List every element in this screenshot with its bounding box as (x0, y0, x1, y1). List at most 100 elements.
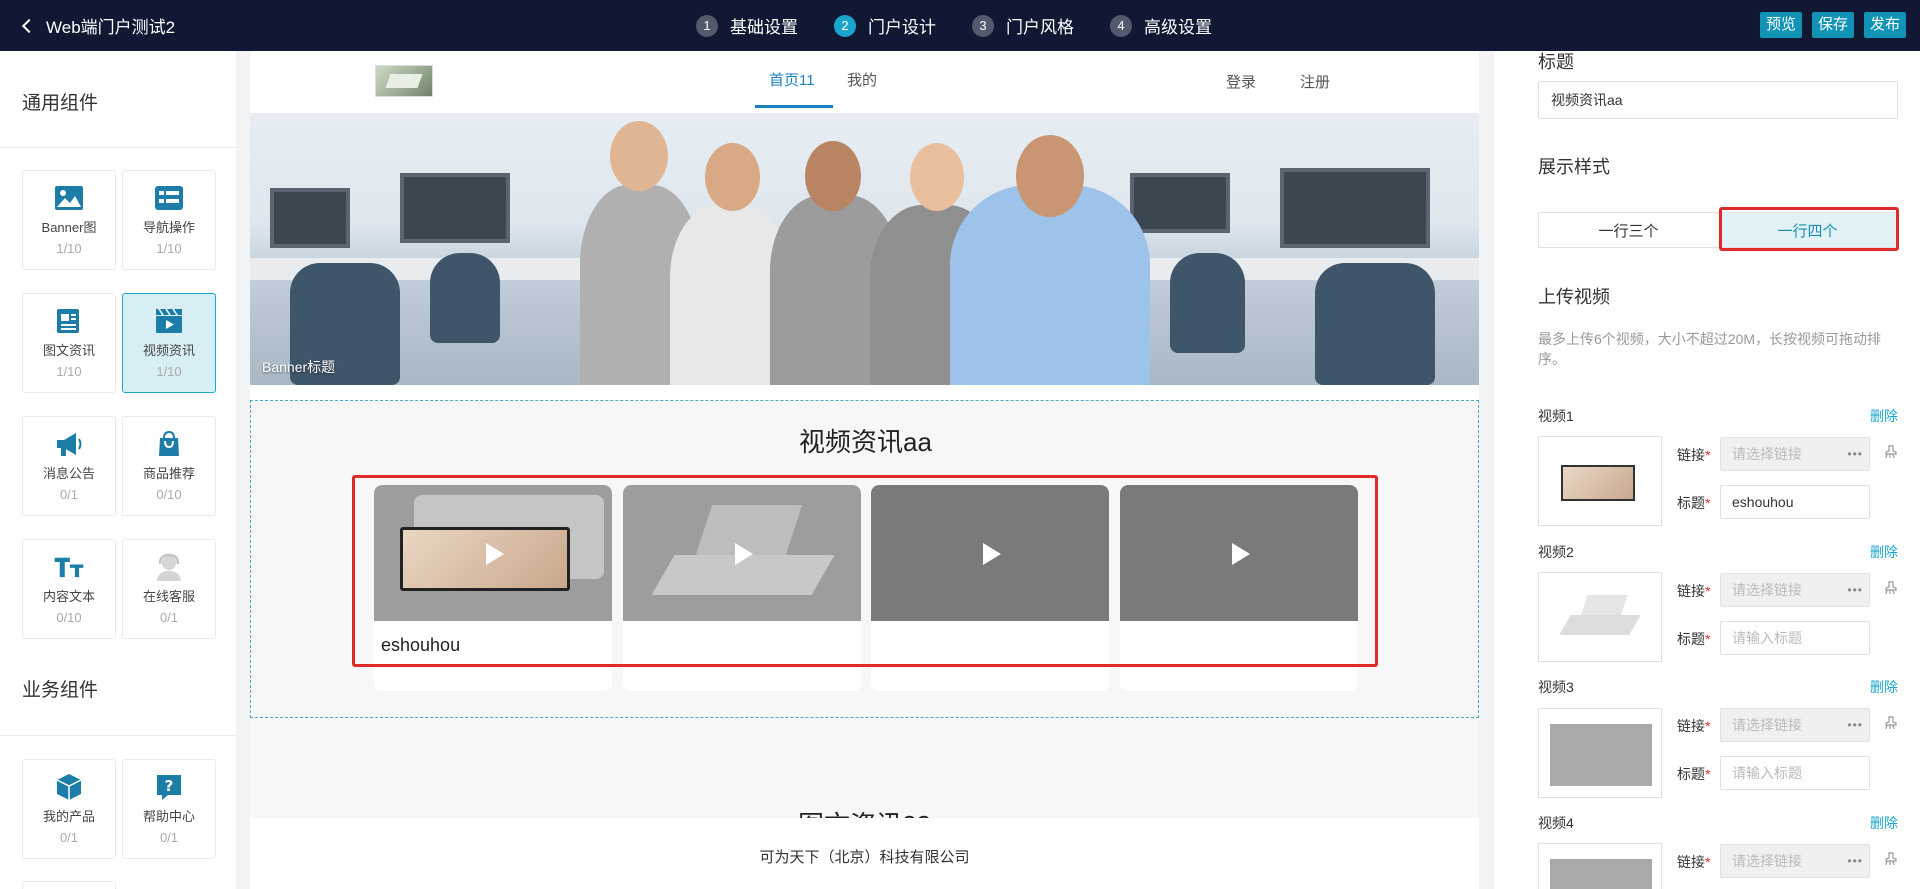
video-card-3[interactable] (871, 485, 1109, 691)
video-3-label: 视频3 (1538, 679, 1574, 695)
step-advanced-settings[interactable]: 4 高级设置 (1110, 13, 1212, 38)
nav-tab-mine[interactable]: 我的 (847, 69, 877, 90)
video-card-4[interactable] (1120, 485, 1358, 691)
title-field-label: 标题* (1677, 629, 1710, 649)
clear-icon[interactable] (1884, 445, 1898, 459)
video-1-title-input[interactable]: eshouhou (1720, 485, 1870, 519)
component-banner[interactable]: Banner图 1/10 (22, 170, 116, 270)
delete-video-4[interactable]: 删除 (1870, 813, 1898, 833)
delete-video-3[interactable]: 删除 (1870, 677, 1898, 697)
video-3-link-select[interactable]: 请选择链接 ••• (1720, 708, 1870, 742)
svg-text:?: ? (165, 777, 174, 795)
component-product-recommend[interactable]: 商品推荐 0/10 (122, 416, 216, 516)
play-icon (983, 543, 1001, 565)
component-name: 帮助中心 (142, 809, 195, 824)
register-link[interactable]: 注册 (1300, 71, 1330, 92)
step-basic-settings[interactable]: 1 基础设置 (696, 13, 798, 38)
nav-grid-icon (153, 183, 185, 213)
component-count: 0/1 (59, 487, 79, 502)
banner-image[interactable]: Banner标题 (250, 113, 1479, 385)
link-placeholder: 请选择链接 (1732, 446, 1802, 462)
more-icon: ••• (1847, 447, 1863, 461)
megaphone-icon (53, 429, 85, 459)
video-1-link-select[interactable]: 请选择链接 ••• (1720, 437, 1870, 471)
footer-company: 可为天下（北京）科技有限公司 (759, 849, 970, 866)
preview-button[interactable]: 预览 (1759, 12, 1802, 38)
banner-scene (805, 141, 861, 211)
component-my-products[interactable]: 我的产品 0/1 (22, 759, 116, 859)
video-2-link-select[interactable]: 请选择链接 ••• (1720, 573, 1870, 607)
title-input[interactable]: 视频资讯aa (1538, 81, 1898, 119)
video-news-section[interactable]: 视频资讯aa eshouhou (250, 400, 1479, 718)
portal-nav-bar[interactable]: 首页11 我的 登录 注册 (250, 51, 1479, 113)
component-more[interactable] (22, 881, 116, 889)
delete-video-1[interactable]: 删除 (1870, 406, 1898, 426)
title-field-label: 标题* (1677, 493, 1710, 513)
video-card-2[interactable] (623, 485, 861, 691)
video-card-1[interactable]: eshouhou (374, 485, 612, 691)
video-2-label: 视频2 (1538, 544, 1574, 560)
clear-icon[interactable] (1884, 716, 1898, 730)
link-label-text: 链接 (1677, 854, 1705, 870)
step-label: 基础设置 (730, 18, 798, 37)
video-3-title-input[interactable]: 请输入标题 (1720, 756, 1870, 790)
video-thumbnail (871, 485, 1109, 621)
publish-button[interactable]: 发布 (1863, 12, 1906, 38)
login-link[interactable]: 登录 (1226, 71, 1256, 92)
video-3-thumbnail[interactable] (1538, 708, 1662, 798)
save-button[interactable]: 保存 (1811, 12, 1854, 38)
delete-video-2[interactable]: 删除 (1870, 542, 1898, 562)
component-navigation[interactable]: 导航操作 1/10 (122, 170, 216, 270)
component-name: 图文资讯 (42, 343, 95, 358)
video-1-thumbnail[interactable] (1538, 436, 1662, 526)
required-mark: * (1705, 854, 1711, 870)
video-section-title: 视频资讯aa (799, 427, 932, 457)
video-4-thumbnail[interactable] (1538, 843, 1662, 889)
video-thumbnail (623, 485, 861, 621)
required-mark: * (1705, 631, 1711, 647)
component-announcement[interactable]: 消息公告 0/1 (22, 416, 116, 516)
divider (0, 147, 236, 148)
more-icon: ••• (1847, 583, 1863, 597)
component-sidebar: 通用组件 Banner图 1/10 导航操作 1/10 图文资讯 1/10 视频… (0, 51, 236, 889)
style-four-per-row[interactable]: 一行四个 (1718, 213, 1897, 247)
required-mark: * (1705, 583, 1711, 599)
step-label: 门户设计 (868, 18, 936, 37)
video-thumbnail (1120, 485, 1358, 621)
clear-icon[interactable] (1884, 581, 1898, 595)
banner-scene (270, 188, 350, 248)
thumbnail-product (1559, 615, 1641, 635)
component-article[interactable]: 图文资讯 1/10 (22, 293, 116, 393)
thumbnail-placeholder (1550, 859, 1652, 889)
title-label-text: 标题 (1677, 766, 1705, 782)
video-icon (153, 306, 185, 336)
clear-icon[interactable] (1884, 852, 1898, 866)
component-help-center[interactable]: ? 帮助中心 0/1 (122, 759, 216, 859)
component-online-service[interactable]: 在线客服 0/1 (122, 539, 216, 639)
step-number: 3 (972, 14, 994, 37)
component-video[interactable]: 视频资讯 1/10 (122, 293, 216, 393)
business-components-title: 业务组件 (22, 680, 99, 701)
link-placeholder: 请选择链接 (1732, 853, 1802, 869)
banner-scene (1315, 263, 1435, 385)
back-button[interactable]: Web端门户测试2 (21, 0, 175, 51)
top-actions: 预览 保存 发布 (1759, 12, 1906, 38)
component-content-text[interactable]: 内容文本 0/10 (22, 539, 116, 639)
article-news-section[interactable]: 图文资讯22 (250, 718, 1479, 840)
step-portal-design[interactable]: 2 门户设计 (834, 13, 936, 38)
image-icon (53, 183, 85, 213)
chevron-left-icon (21, 18, 37, 33)
video-2-title-input[interactable]: 请输入标题 (1720, 621, 1870, 655)
step-portal-style[interactable]: 3 门户风格 (972, 13, 1074, 38)
nav-tab-home[interactable]: 首页11 (769, 69, 815, 90)
cube-icon (53, 772, 85, 802)
style-three-per-row[interactable]: 一行三个 (1539, 213, 1718, 247)
title-label: 标题 (1538, 52, 1574, 72)
video-4-link-select[interactable]: 请选择链接 ••• (1720, 844, 1870, 878)
article-icon (53, 306, 85, 336)
step-number: 4 (1110, 14, 1132, 37)
video-2-thumbnail[interactable] (1538, 572, 1662, 662)
title-field-label: 标题* (1677, 764, 1710, 784)
display-style-toggle: 一行三个 一行四个 (1538, 212, 1898, 248)
upload-video-label: 上传视频 (1538, 287, 1610, 307)
